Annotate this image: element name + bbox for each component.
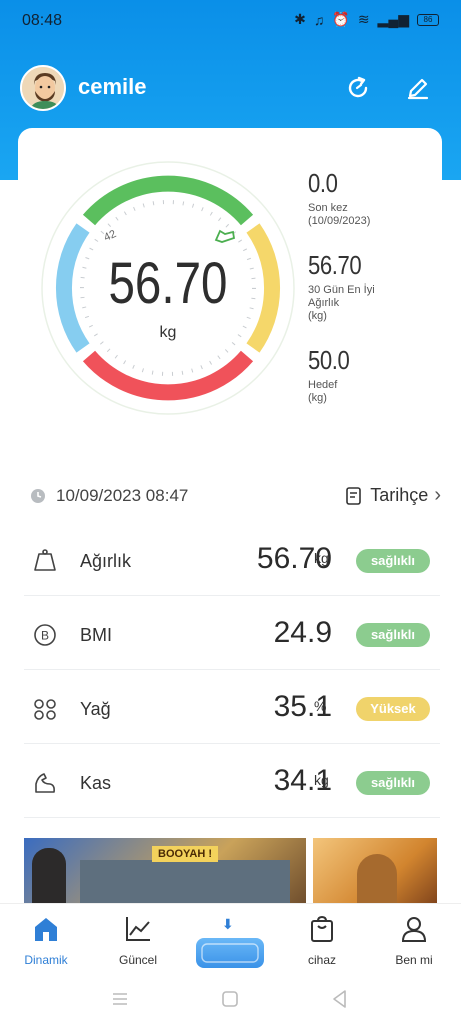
banner-character-image xyxy=(32,848,66,908)
metric-unit: % xyxy=(314,698,327,714)
weight-stats: 0.0 Son kez (10/09/2023) 56.70 30 Gün En… xyxy=(308,168,448,427)
trend-icon xyxy=(126,917,150,941)
muscle-icon xyxy=(35,773,55,793)
banner-character-image xyxy=(357,854,397,910)
metric-row-fat[interactable]: Yağ 35.1 % Yüksek xyxy=(24,674,440,744)
status-time: 08:48 xyxy=(22,12,63,29)
banner-text: BOOYAH ! xyxy=(152,846,218,862)
banner-scene-image xyxy=(80,860,290,908)
avatar-icon xyxy=(22,67,64,109)
chevron-right-icon: › xyxy=(434,484,441,506)
username: cemile xyxy=(78,74,147,99)
home-icon xyxy=(35,918,57,941)
measurement-date-row: 10/09/2023 08:47 Tarihçe › xyxy=(0,478,461,514)
stat-last: 0.0 Son kez (10/09/2023) xyxy=(308,168,448,228)
volume-icon: ♫ xyxy=(313,11,325,28)
tab-label: cihaz xyxy=(307,953,336,967)
metric-name: Ağırlık xyxy=(80,551,132,571)
system-nav-bar xyxy=(0,975,461,1024)
tab-ben-mi[interactable]: Ben mi xyxy=(378,914,450,967)
stat-goal-value: 50.0 xyxy=(308,345,350,375)
ad-banner-main[interactable]: BOOYAH ! xyxy=(24,838,306,910)
status-badge: sağlıklı xyxy=(356,771,430,795)
bmi-icon: B xyxy=(34,624,56,646)
stat-best-value: 56.70 xyxy=(308,250,362,280)
svg-text:B: B xyxy=(41,629,49,643)
metric-value: 24.9 xyxy=(273,616,332,649)
stat-last-label: Son kez (10/09/2023) xyxy=(308,202,371,227)
gauge-unit: kg xyxy=(159,324,177,341)
bluetooth-icon: ✱ xyxy=(294,11,306,27)
status-badge: sağlıklı xyxy=(356,623,430,647)
tab-scale-button[interactable] xyxy=(196,938,264,968)
tab-label: Ben mi xyxy=(395,953,433,967)
metric-name: Kas xyxy=(80,773,112,793)
stat-best: 56.70 30 Gün En İyi Ağırlık (kg) xyxy=(308,250,448,323)
history-label: Tarihçe xyxy=(370,485,429,505)
metric-row-bmi[interactable]: B BMI 24.9 sağlıklı xyxy=(24,600,440,670)
tab-cihaz[interactable]: cihaz xyxy=(286,914,358,967)
menu-icon[interactable] xyxy=(108,987,132,1011)
metric-row-muscle[interactable]: Kas 34.1 kg sağlıklı xyxy=(24,748,440,818)
person-icon xyxy=(401,917,427,942)
tab-dinamik[interactable]: Dinamik xyxy=(10,914,82,967)
stat-last-value: 0.0 xyxy=(308,168,338,198)
stat-goal-label: Hedef (kg) xyxy=(308,379,338,404)
clock-icon xyxy=(30,488,46,509)
signal-icon: ▂▄▆ xyxy=(377,11,409,27)
refresh-icon xyxy=(348,76,368,98)
back-icon[interactable] xyxy=(328,987,352,1011)
fat-icon xyxy=(34,699,56,720)
home-square-icon[interactable] xyxy=(218,987,242,1011)
status-icons: ✱ ♫ ⏰ ≋ ▂▄▆ 86 xyxy=(294,11,439,28)
measurement-datetime: 10/09/2023 08:47 xyxy=(56,486,189,505)
stat-goal[interactable]: 50.0 Hedef (kg) xyxy=(308,345,448,405)
app-screen: 08:48 ✱ ♫ ⏰ ≋ ▂▄▆ 86 cemile 42 56.70 kg … xyxy=(0,0,461,1024)
status-bar: 08:48 ✱ ♫ ⏰ ≋ ▂▄▆ 86 xyxy=(0,0,461,40)
metric-name: BMI xyxy=(80,625,113,645)
edit-button[interactable] xyxy=(400,70,436,106)
metric-unit: kg xyxy=(314,550,329,566)
status-badge: Yüksek xyxy=(356,697,430,721)
gauge-value: 56.70 xyxy=(108,251,228,316)
ad-banner-secondary[interactable] xyxy=(313,838,437,910)
status-badge: sağlıklı xyxy=(356,549,430,573)
metric-row-weight[interactable]: Ağırlık 56.70 kg sağlıklı xyxy=(24,526,440,596)
alarm-icon: ⏰ xyxy=(332,11,350,27)
weight-icon xyxy=(34,549,56,571)
refresh-button[interactable] xyxy=(340,70,376,106)
scale-icon xyxy=(201,943,259,963)
history-button[interactable]: Tarihçe › xyxy=(344,484,441,507)
bottom-tab-bar: Dinamik Güncel ⬇ cihaz Ben mi xyxy=(0,903,461,975)
weight-summary-card: 42 56.70 kg 0.0 Son kez (10/09/2023) 56.… xyxy=(18,128,442,468)
weight-gauge: 42 56.70 kg xyxy=(38,158,298,418)
battery-icon: 86 xyxy=(417,13,439,26)
pencil-icon xyxy=(407,78,429,100)
stat-best-label: 30 Gün En İyi Ağırlık (kg) xyxy=(308,284,375,322)
wifi-icon: ≋ xyxy=(357,11,370,27)
download-arrow-icon: ⬇ xyxy=(222,916,234,932)
history-icon xyxy=(346,486,362,505)
bag-icon xyxy=(311,915,333,942)
metric-name: Yağ xyxy=(80,699,111,719)
tab-label: Dinamik xyxy=(24,953,68,967)
metric-unit: kg xyxy=(314,772,329,788)
tab-guncel[interactable]: Güncel xyxy=(102,914,174,967)
shoe-icon xyxy=(214,226,236,249)
tab-label: Güncel xyxy=(118,953,158,967)
profile-header: cemile xyxy=(0,58,461,118)
avatar[interactable] xyxy=(20,65,66,111)
